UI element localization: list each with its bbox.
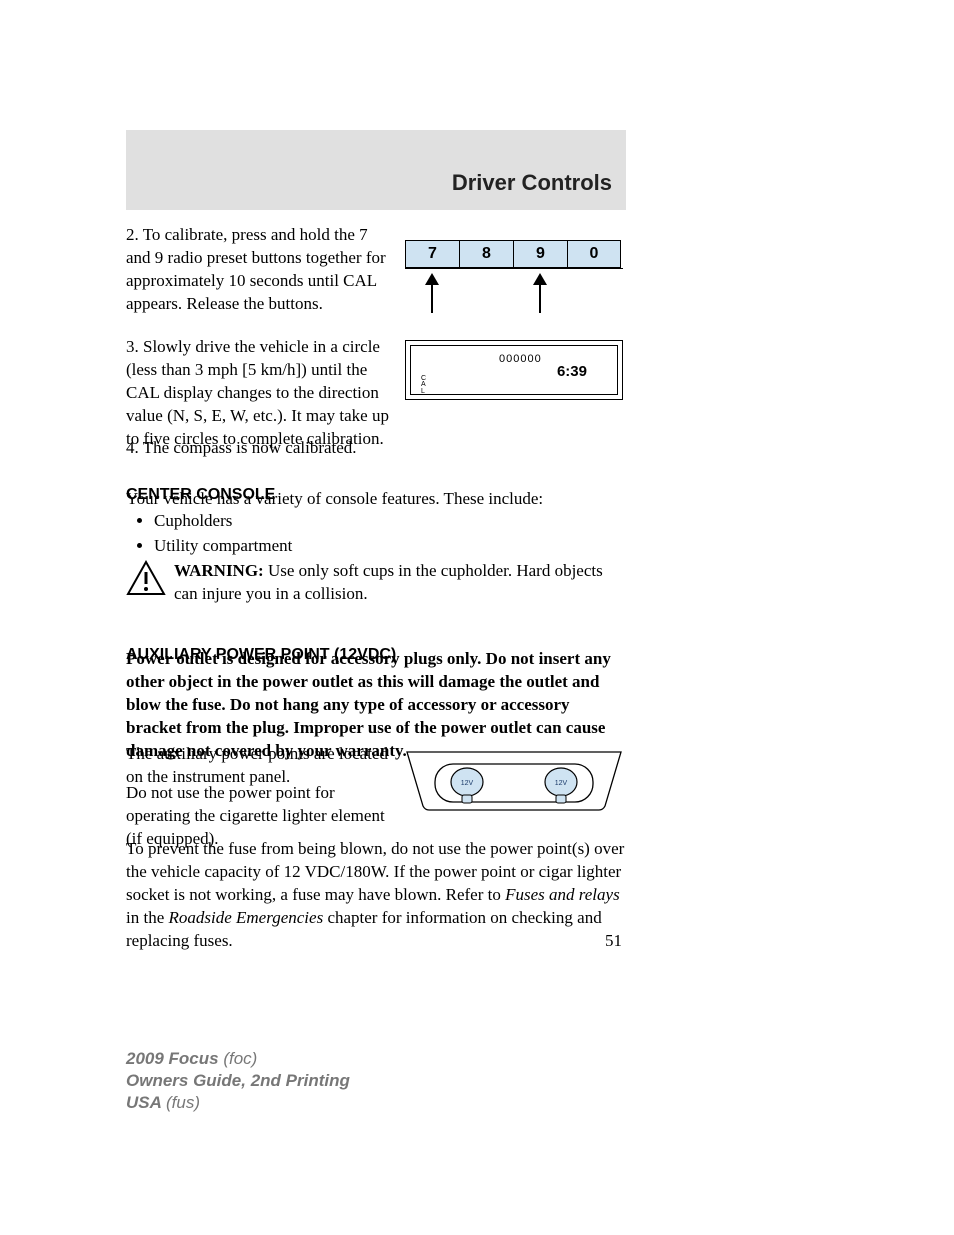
cal-indicator: C A L [421, 376, 426, 395]
odometer-readout: 000000 [499, 352, 542, 367]
arrow-up-icon [539, 275, 541, 313]
arrow-up-icon [431, 275, 433, 313]
power-point-label: 12V [555, 780, 568, 787]
footer-block: 2009 Focus (foc) Owners Guide, 2nd Print… [126, 1048, 350, 1114]
list-item: Utility compartment [154, 535, 626, 558]
warning-label: WARNING: [174, 561, 264, 580]
power-point-figure: 12V 12V [405, 750, 623, 812]
aux-power-fuse-note: To prevent the fuse from being blown, do… [126, 838, 626, 953]
section-header: Driver Controls [126, 130, 626, 210]
footer-region-code: (fus) [166, 1093, 200, 1112]
preset-row: 7 8 9 0 [405, 240, 623, 269]
step-3-text: 3. Slowly drive the vehicle in a circle … [126, 336, 391, 451]
preset-button-9: 9 [513, 240, 567, 268]
footer-model: 2009 Focus [126, 1049, 223, 1068]
preset-button-8: 8 [459, 240, 513, 268]
warning-text: WARNING: Use only soft cups in the cupho… [174, 560, 626, 606]
clock-readout: 6:39 [557, 362, 587, 382]
footer-code: (foc) [223, 1049, 257, 1068]
warning-block: WARNING: Use only soft cups in the cupho… [126, 560, 626, 606]
text-run: in the [126, 908, 169, 927]
feature-list: Cupholders Utility compartment [140, 508, 626, 560]
step-4-text: 4. The compass is now calibrated. [126, 437, 626, 460]
page-number: 51 [605, 930, 622, 953]
arrow-row [405, 269, 623, 319]
footer-guide: Owners Guide, 2nd Printing [126, 1070, 350, 1092]
step-2-text: 2. To calibrate, press and hold the 7 an… [126, 224, 391, 316]
radio-preset-figure: 7 8 9 0 [405, 240, 623, 330]
footer-region: USA [126, 1093, 166, 1112]
preset-button-0: 0 [567, 240, 621, 268]
cross-ref: Roadside Emergencies [169, 908, 324, 927]
compass-display-figure: 000000 6:39 C A L [405, 340, 623, 400]
power-point-label: 12V [461, 780, 474, 787]
preset-button-7: 7 [405, 240, 459, 268]
list-item: Cupholders [154, 510, 626, 533]
warning-triangle-icon [126, 560, 166, 596]
section-title: Driver Controls [452, 168, 612, 198]
compass-display-inner: 000000 6:39 C A L [410, 345, 618, 395]
cross-ref: Fuses and relays [505, 885, 620, 904]
